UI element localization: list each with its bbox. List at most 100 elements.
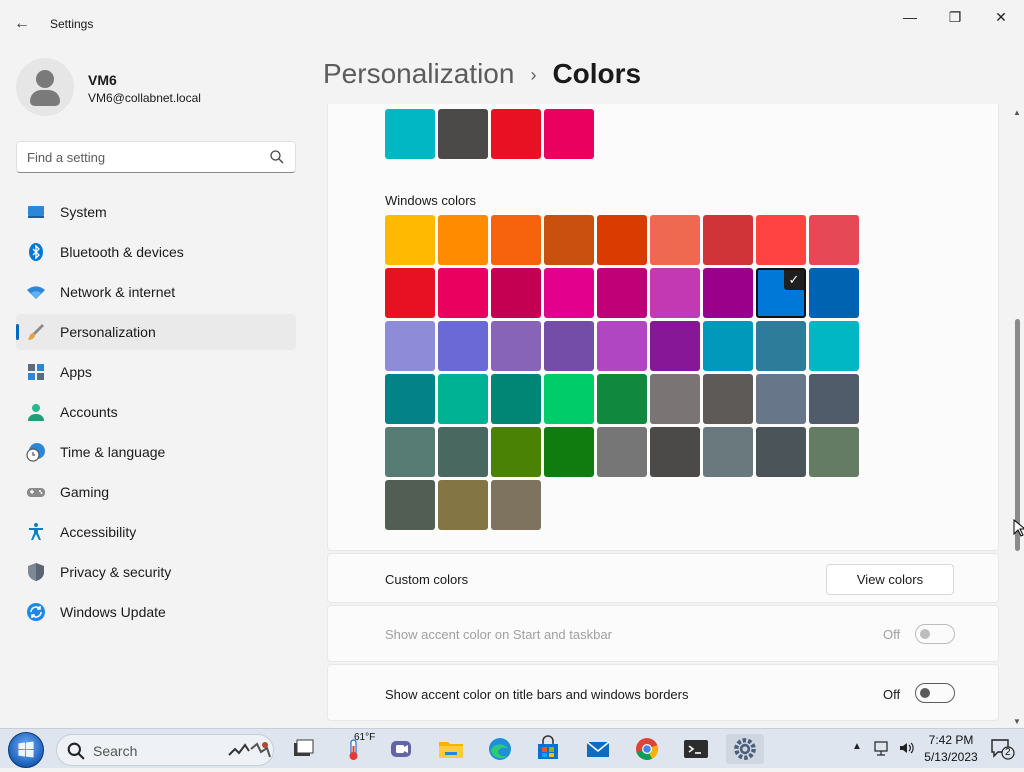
windows-color-swatch[interactable] (809, 321, 859, 371)
chrome-icon[interactable] (632, 734, 662, 764)
windows-color-swatch[interactable] (703, 321, 753, 371)
windows-color-swatch[interactable] (597, 321, 647, 371)
windows-color-swatch[interactable] (650, 321, 700, 371)
windows-color-swatch[interactable] (703, 427, 753, 477)
settings-search[interactable] (16, 141, 296, 173)
title-bar: ← Settings — ❐ ✕ (0, 0, 1024, 48)
windows-color-swatch[interactable] (438, 427, 488, 477)
windows-color-swatch[interactable] (756, 427, 806, 477)
windows-color-swatch[interactable] (491, 374, 541, 424)
recent-color-swatch[interactable] (491, 109, 541, 159)
back-button[interactable]: ← (14, 14, 34, 34)
mail-icon[interactable] (583, 734, 613, 764)
windows-color-swatch[interactable] (385, 215, 435, 265)
windows-color-swatch[interactable] (544, 321, 594, 371)
recent-color-swatch[interactable] (385, 109, 435, 159)
sidebar-item-label: Windows Update (60, 604, 166, 620)
windows-color-swatch[interactable] (650, 215, 700, 265)
windows-color-swatch[interactable] (544, 427, 594, 477)
windows-color-swatch[interactable] (385, 427, 435, 477)
windows-color-swatch[interactable] (650, 427, 700, 477)
windows-color-swatch[interactable] (491, 215, 541, 265)
sidebar-item-accessibility[interactable]: Accessibility (16, 514, 296, 550)
custom-colors-label: Custom colors (385, 572, 469, 587)
terminal-icon[interactable] (681, 734, 711, 764)
windows-color-swatch[interactable] (809, 374, 859, 424)
file-explorer-icon[interactable] (436, 734, 466, 764)
windows-color-swatch[interactable] (809, 268, 859, 318)
windows-color-swatch[interactable] (703, 215, 753, 265)
start-button[interactable] (8, 732, 44, 768)
windows-color-swatch[interactable] (597, 215, 647, 265)
view-colors-button[interactable]: View colors (826, 564, 954, 595)
windows-color-swatch[interactable] (809, 215, 859, 265)
sidebar-item-label: Personalization (60, 324, 156, 340)
close-button[interactable]: ✕ (978, 6, 1024, 28)
search-icon[interactable] (269, 149, 285, 165)
windows-color-swatch[interactable] (491, 321, 541, 371)
minimize-button[interactable]: — (887, 6, 933, 28)
taskbar-settings[interactable] (726, 734, 764, 764)
windows-color-swatch[interactable] (809, 427, 859, 477)
search-input[interactable] (27, 148, 257, 166)
breadcrumb-parent[interactable]: Personalization (323, 58, 514, 89)
notification-center-button[interactable]: 2 (990, 737, 1016, 761)
windows-color-swatch[interactable] (385, 480, 435, 530)
edge-icon[interactable] (485, 734, 515, 764)
sidebar-item-network[interactable]: Network & internet (16, 274, 296, 310)
windows-color-swatch[interactable] (438, 480, 488, 530)
windows-color-swatch[interactable] (650, 374, 700, 424)
clock[interactable]: 7:42 PM 5/13/2023 (918, 732, 984, 766)
sidebar-item-windows-update[interactable]: Windows Update (16, 594, 296, 630)
windows-color-swatch[interactable] (438, 321, 488, 371)
task-view-icon[interactable] (288, 734, 318, 764)
windows-color-swatch[interactable] (756, 215, 806, 265)
store-icon[interactable] (533, 734, 563, 764)
windows-color-swatch[interactable] (597, 427, 647, 477)
accent-titlebars-toggle[interactable] (915, 683, 955, 703)
maximize-button[interactable]: ❐ (932, 6, 978, 28)
windows-color-swatch[interactable] (438, 374, 488, 424)
sidebar-item-time-language[interactable]: Time & language (16, 434, 296, 470)
windows-color-swatch[interactable] (491, 427, 541, 477)
sidebar-item-gaming[interactable]: Gaming (16, 474, 296, 510)
scroll-up-icon[interactable]: ▲ (1013, 108, 1021, 117)
taskbar-search[interactable]: Search (56, 734, 274, 766)
windows-color-swatch-selected[interactable]: ✓ (756, 268, 806, 318)
windows-color-swatch[interactable] (491, 480, 541, 530)
sidebar-item-privacy[interactable]: Privacy & security (16, 554, 296, 590)
scrollbar[interactable]: ▲ ▼ (1011, 108, 1023, 726)
windows-color-swatch[interactable] (597, 374, 647, 424)
windows-color-swatch[interactable] (385, 321, 435, 371)
windows-color-swatch[interactable] (438, 215, 488, 265)
windows-color-swatch[interactable] (544, 268, 594, 318)
windows-color-swatch[interactable] (385, 374, 435, 424)
recent-color-swatch[interactable] (438, 109, 488, 159)
windows-color-swatch[interactable] (756, 321, 806, 371)
sidebar-item-apps[interactable]: Apps (16, 354, 296, 390)
windows-color-swatch[interactable] (650, 268, 700, 318)
user-profile[interactable]: VM6 VM6@collabnet.local (16, 58, 296, 118)
windows-color-swatch[interactable] (438, 268, 488, 318)
windows-color-swatch[interactable] (544, 374, 594, 424)
scrollbar-thumb[interactable] (1015, 319, 1020, 551)
windows-color-swatch[interactable] (544, 215, 594, 265)
sidebar-item-system[interactable]: System (16, 194, 296, 230)
network-status-icon[interactable] (873, 739, 891, 757)
windows-color-swatch[interactable] (756, 374, 806, 424)
teams-icon[interactable] (386, 734, 416, 764)
sidebar-item-accounts[interactable]: Accounts (16, 394, 296, 430)
windows-color-swatch[interactable] (703, 374, 753, 424)
sidebar-item-label: Network & internet (60, 284, 176, 300)
search-icon (67, 742, 85, 760)
windows-color-swatch[interactable] (597, 268, 647, 318)
volume-icon[interactable] (898, 739, 916, 757)
windows-color-swatch[interactable] (703, 268, 753, 318)
scroll-down-icon[interactable]: ▼ (1013, 717, 1021, 726)
sidebar-item-bluetooth[interactable]: Bluetooth & devices (16, 234, 296, 270)
windows-color-swatch[interactable] (385, 268, 435, 318)
windows-color-swatch[interactable] (491, 268, 541, 318)
sidebar-item-personalization[interactable]: Personalization (16, 314, 296, 350)
recent-color-swatch[interactable] (544, 109, 594, 159)
tray-expand-button[interactable]: ▲ (852, 741, 862, 752)
